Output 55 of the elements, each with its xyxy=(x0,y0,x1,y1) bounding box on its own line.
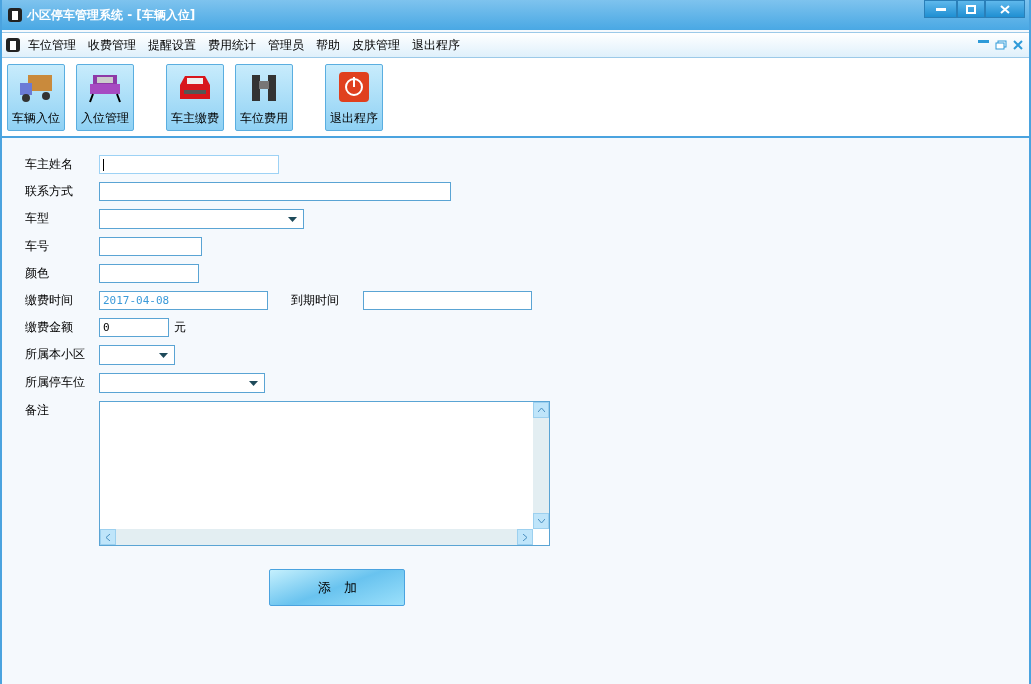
input-field[interactable] xyxy=(99,182,451,201)
toolbar-button[interactable]: 车位费用 xyxy=(235,63,293,131)
toolbar-button[interactable]: 车辆入位 xyxy=(7,63,65,131)
caret-icon xyxy=(288,216,297,222)
date-field[interactable] xyxy=(363,291,532,310)
toolbar-button[interactable]: 退出程序 xyxy=(325,63,383,131)
field-label: 联系方式 xyxy=(25,183,74,200)
input-field[interactable]: 0 xyxy=(99,318,169,337)
field-label: 颜色 xyxy=(25,265,50,282)
input-field[interactable] xyxy=(99,237,202,256)
caret-icon xyxy=(249,380,258,386)
menu-item[interactable]: 车位管理 xyxy=(22,36,82,54)
menu-item[interactable]: 皮肤管理 xyxy=(346,36,406,54)
dropdown[interactable] xyxy=(99,209,304,229)
field-label: 所属本小区 xyxy=(25,346,86,363)
field-label: 车型 xyxy=(25,210,50,227)
field-label: 车主姓名 xyxy=(25,156,74,173)
text-area[interactable] xyxy=(99,401,550,546)
scroll-right-button[interactable] xyxy=(517,529,533,545)
field-label: 车号 xyxy=(25,238,50,255)
field-label: 缴费时间 xyxy=(25,292,74,309)
menu-item[interactable]: 帮助 xyxy=(310,36,346,54)
scroll-down-button[interactable] xyxy=(533,513,549,529)
maximize-button[interactable] xyxy=(957,0,985,18)
unit-label: 元 xyxy=(174,319,186,336)
app-logo-icon xyxy=(6,6,24,24)
field-label: 缴费金额 xyxy=(25,319,74,336)
input-field[interactable] xyxy=(99,155,279,174)
restore-icon[interactable] xyxy=(995,40,1007,50)
close-icon xyxy=(1000,4,1010,14)
caret-icon xyxy=(159,352,168,358)
field-label: 所属停车位 xyxy=(25,374,86,391)
menu-item[interactable]: 提醒设置 xyxy=(142,36,202,54)
app-logo-icon xyxy=(4,36,22,54)
field-label: 备注 xyxy=(25,402,50,419)
menu-item[interactable]: 收费管理 xyxy=(82,36,142,54)
scroll-left-button[interactable] xyxy=(100,529,116,545)
maximize-icon xyxy=(966,4,976,14)
menu-item[interactable]: 退出程序 xyxy=(406,36,466,54)
window-title: 小区停车管理系统 - [车辆入位] xyxy=(27,6,196,24)
dropdown[interactable] xyxy=(99,373,265,393)
toolbar-button[interactable]: 车主缴费 xyxy=(166,63,224,131)
minimize-icon xyxy=(935,7,946,11)
field-label: 到期时间 xyxy=(291,292,339,309)
dropdown[interactable] xyxy=(99,345,175,365)
menu-item[interactable]: 费用统计 xyxy=(202,36,262,54)
minimize-button[interactable] xyxy=(924,0,957,18)
scroll-up-button[interactable] xyxy=(533,402,549,418)
menu-item[interactable]: 管理员 xyxy=(262,36,310,54)
add-button[interactable]: 添 加 xyxy=(269,569,405,606)
close-button[interactable] xyxy=(985,0,1025,18)
close-icon[interactable] xyxy=(1013,40,1023,50)
input-field[interactable] xyxy=(99,264,199,283)
toolbar-button[interactable]: 入位管理 xyxy=(76,63,134,131)
minimize-icon[interactable] xyxy=(978,40,989,44)
